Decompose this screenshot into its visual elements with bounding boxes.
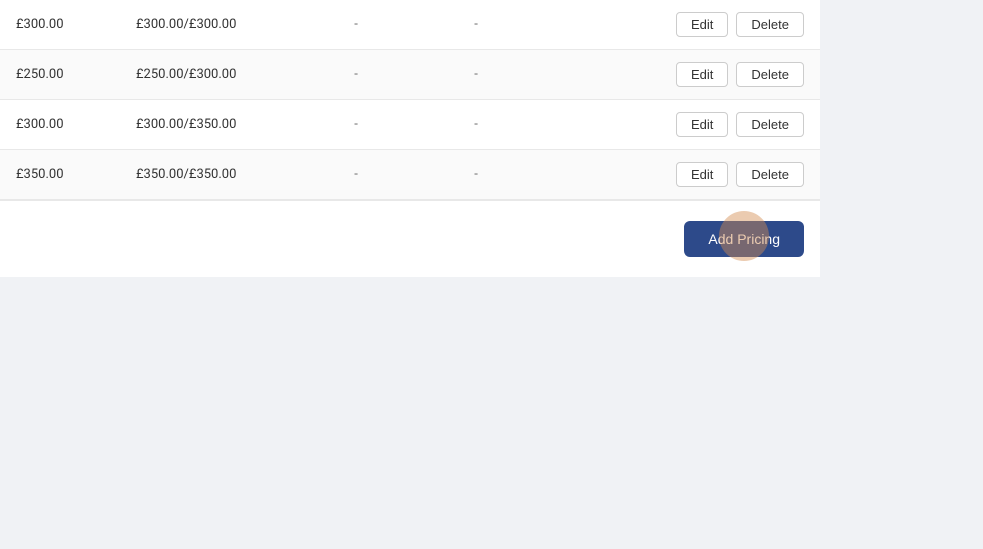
delete-button[interactable]: Delete bbox=[736, 62, 804, 87]
edit-button[interactable]: Edit bbox=[676, 12, 728, 37]
dash2-cell: - bbox=[416, 67, 536, 82]
row-actions: Edit Delete bbox=[676, 162, 804, 187]
dash1-cell: - bbox=[296, 167, 416, 182]
price-left-cell: £250.00 bbox=[16, 67, 136, 82]
dash1-cell: - bbox=[296, 17, 416, 32]
price-combined-cell: £300.00/£300.00 bbox=[136, 17, 296, 32]
row-actions: Edit Delete bbox=[676, 12, 804, 37]
price-combined-cell: £250.00/£300.00 bbox=[136, 67, 296, 82]
table-row: £250.00 £250.00/£300.00 - - Edit Delete bbox=[0, 50, 820, 100]
dash2-cell: - bbox=[416, 117, 536, 132]
add-pricing-button[interactable]: Add Pricing bbox=[684, 221, 804, 257]
table-row: £300.00 £300.00/£350.00 - - Edit Delete bbox=[0, 100, 820, 150]
dash2-cell: - bbox=[416, 17, 536, 32]
page-wrapper: £300.00 £300.00/£300.00 - - Edit Delete … bbox=[0, 0, 983, 549]
price-left-cell: £300.00 bbox=[16, 17, 136, 32]
delete-button[interactable]: Delete bbox=[736, 162, 804, 187]
edit-button[interactable]: Edit bbox=[676, 112, 728, 137]
table-row: £300.00 £300.00/£300.00 - - Edit Delete bbox=[0, 0, 820, 50]
delete-button[interactable]: Delete bbox=[736, 112, 804, 137]
price-combined-cell: £350.00/£350.00 bbox=[136, 167, 296, 182]
row-actions: Edit Delete bbox=[676, 62, 804, 87]
edit-button[interactable]: Edit bbox=[676, 62, 728, 87]
edit-button[interactable]: Edit bbox=[676, 162, 728, 187]
bottom-section: Add Pricing bbox=[0, 200, 820, 277]
gray-area bbox=[0, 277, 983, 549]
price-combined-cell: £300.00/£350.00 bbox=[136, 117, 296, 132]
price-left-cell: £300.00 bbox=[16, 117, 136, 132]
price-left-cell: £350.00 bbox=[16, 167, 136, 182]
table-container: £300.00 £300.00/£300.00 - - Edit Delete … bbox=[0, 0, 820, 200]
delete-button[interactable]: Delete bbox=[736, 12, 804, 37]
table-row: £350.00 £350.00/£350.00 - - Edit Delete bbox=[0, 150, 820, 200]
dash1-cell: - bbox=[296, 67, 416, 82]
dash2-cell: - bbox=[416, 167, 536, 182]
dash1-cell: - bbox=[296, 117, 416, 132]
row-actions: Edit Delete bbox=[676, 112, 804, 137]
